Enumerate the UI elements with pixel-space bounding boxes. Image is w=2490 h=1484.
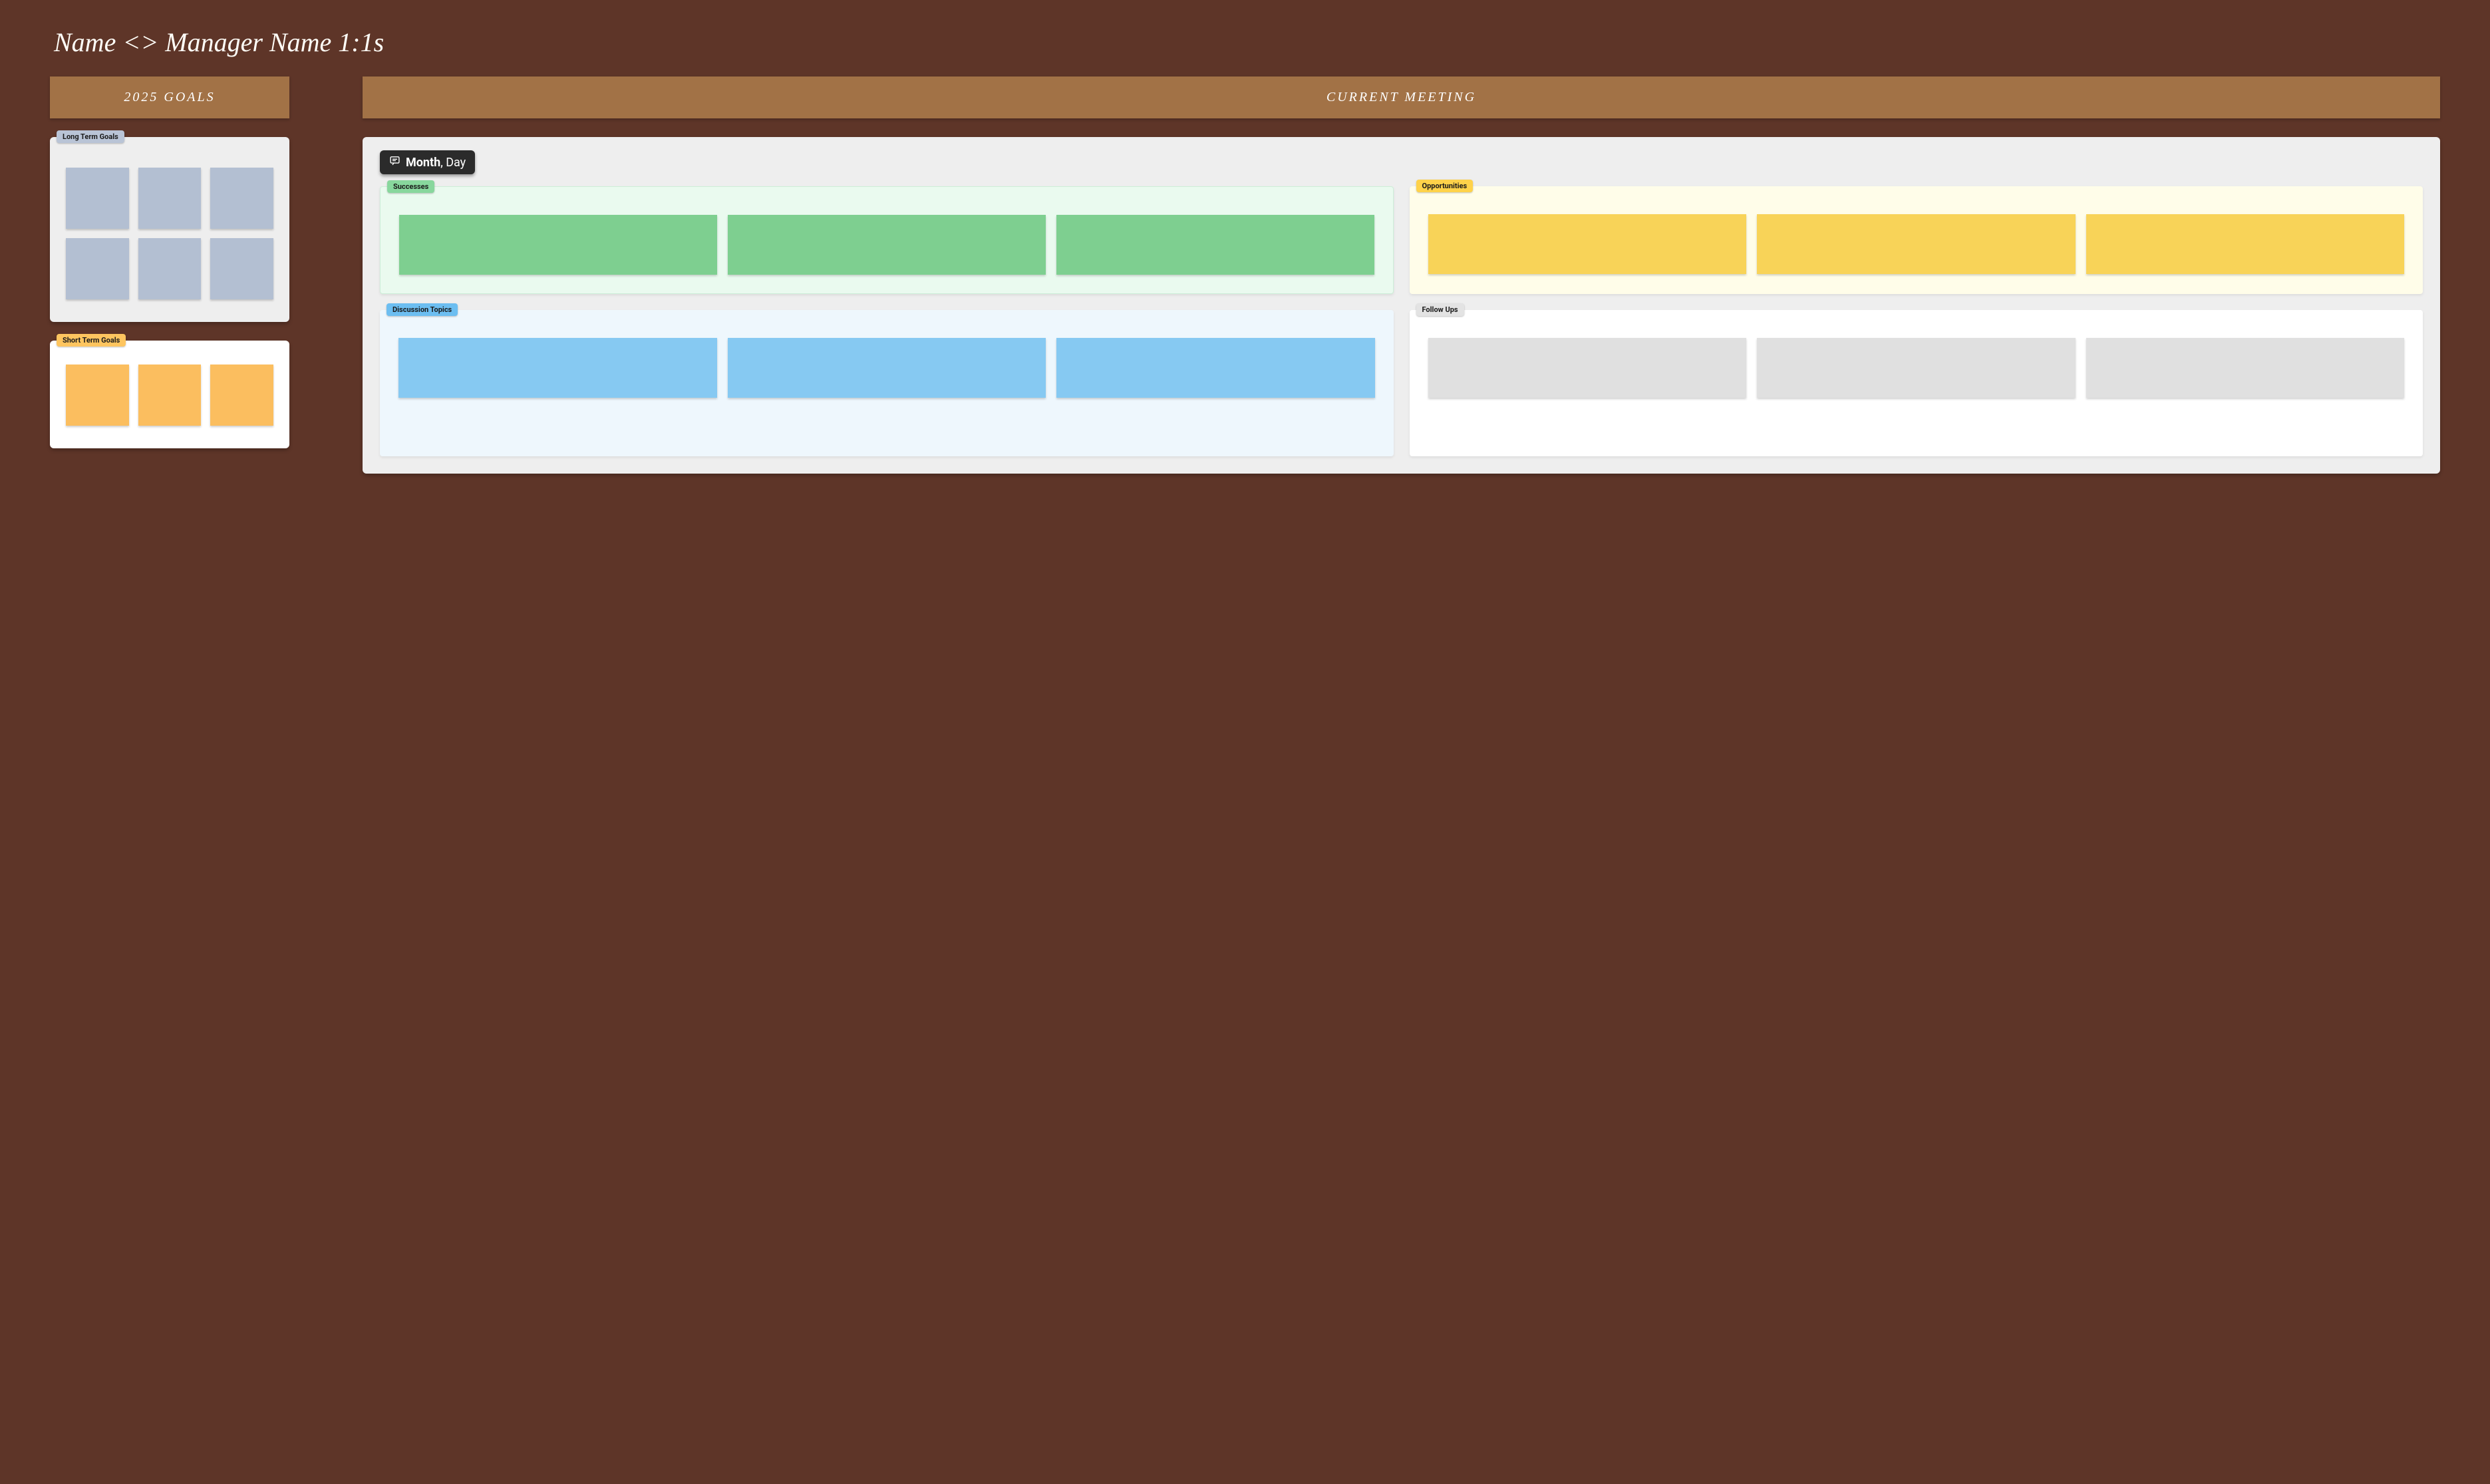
long-term-goals-grid xyxy=(66,168,273,299)
opportunity-card[interactable] xyxy=(1428,214,1747,274)
long-term-card[interactable] xyxy=(138,238,202,299)
short-term-card[interactable] xyxy=(210,365,273,426)
discussion-tag: Discussion Topics xyxy=(387,303,458,316)
success-card[interactable] xyxy=(728,215,1046,275)
columns-container: 2025 GOALS Long Term Goals Short Term Go… xyxy=(50,76,2440,474)
current-meeting-panel[interactable]: Month, Day Successes Opportunities xyxy=(363,137,2440,474)
opportunity-card[interactable] xyxy=(1757,214,2076,274)
followups-row xyxy=(1428,338,2405,398)
long-term-card[interactable] xyxy=(210,238,273,299)
long-term-card[interactable] xyxy=(210,168,273,229)
meeting-day: Day xyxy=(446,156,466,170)
long-term-goals-panel[interactable]: Long Term Goals xyxy=(50,137,289,322)
followups-panel[interactable]: Follow Ups xyxy=(1410,310,2423,456)
opportunities-row xyxy=(1428,214,2405,274)
opportunity-card[interactable] xyxy=(2086,214,2405,274)
success-card[interactable] xyxy=(1056,215,1374,275)
discussion-panel[interactable]: Discussion Topics xyxy=(380,310,1394,456)
goals-header: 2025 GOALS xyxy=(50,76,289,118)
meeting-quad: Successes Opportunities xyxy=(380,186,2423,456)
discussion-card[interactable] xyxy=(1056,338,1375,398)
followup-card[interactable] xyxy=(2086,338,2405,398)
long-term-card[interactable] xyxy=(138,168,202,229)
meeting-month: Month xyxy=(406,156,440,170)
success-card[interactable] xyxy=(399,215,717,275)
goals-column: 2025 GOALS Long Term Goals Short Term Go… xyxy=(50,76,289,448)
followups-tag: Follow Ups xyxy=(1416,303,1464,316)
meeting-separator: , xyxy=(440,156,443,170)
successes-tag: Successes xyxy=(387,180,434,193)
opportunities-panel[interactable]: Opportunities xyxy=(1410,186,2423,294)
short-term-goals-tag: Short Term Goals xyxy=(57,334,126,347)
discussion-card[interactable] xyxy=(398,338,717,398)
board-title: Name <> Manager Name 1:1s xyxy=(54,27,2440,58)
meeting-date-chip[interactable]: Month, Day xyxy=(380,150,475,174)
long-term-card[interactable] xyxy=(66,238,129,299)
chat-icon xyxy=(389,155,400,170)
followup-card[interactable] xyxy=(1757,338,2076,398)
short-term-card[interactable] xyxy=(66,365,129,426)
successes-panel[interactable]: Successes xyxy=(380,186,1394,294)
meeting-column: CURRENT MEETING Month, Day xyxy=(363,76,2440,474)
long-term-card[interactable] xyxy=(66,168,129,229)
long-term-goals-tag: Long Term Goals xyxy=(57,130,124,143)
short-term-card[interactable] xyxy=(138,365,202,426)
discussion-row xyxy=(398,338,1375,398)
short-term-goals-panel[interactable]: Short Term Goals xyxy=(50,341,289,448)
successes-row xyxy=(399,215,1374,275)
opportunities-tag: Opportunities xyxy=(1416,180,1474,192)
discussion-card[interactable] xyxy=(728,338,1046,398)
followup-card[interactable] xyxy=(1428,338,1747,398)
meeting-header: CURRENT MEETING xyxy=(363,76,2440,118)
short-term-goals-grid xyxy=(66,365,273,426)
